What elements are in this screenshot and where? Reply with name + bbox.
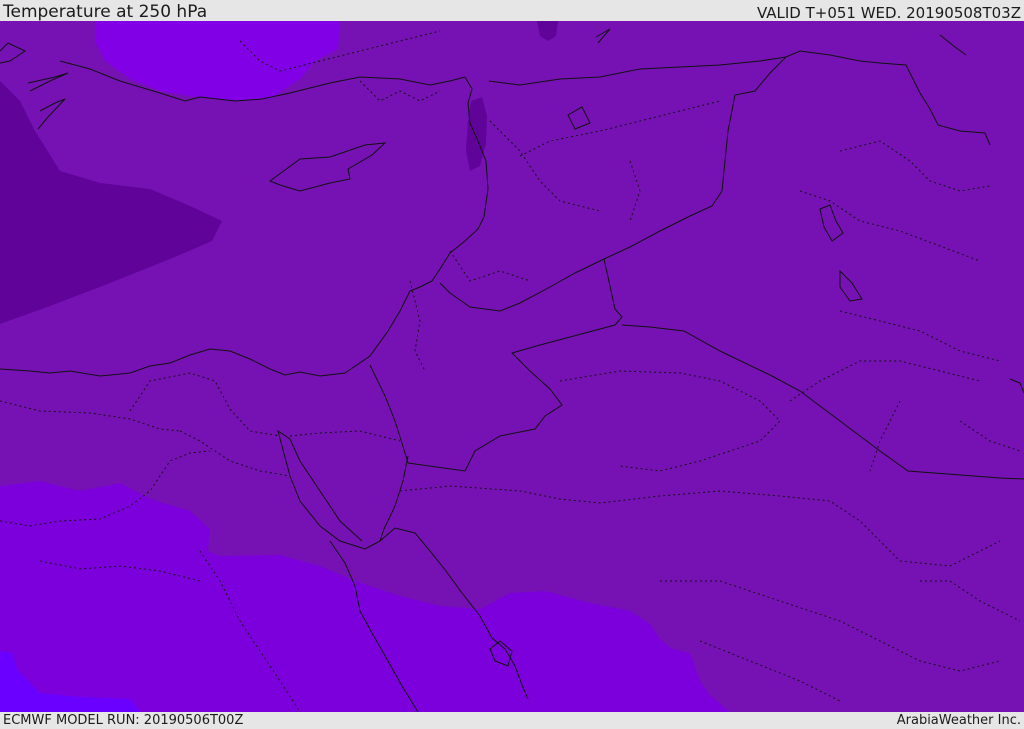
footer-bar: ECMWF MODEL RUN: 20190506T00Z ArabiaWeat…: [0, 712, 1024, 729]
map-title: Temperature at 250 hPa: [3, 2, 208, 22]
weather-map[interactable]: [0, 21, 1024, 712]
model-run: ECMWF MODEL RUN: 20190506T00Z: [3, 713, 244, 728]
title-bar: Temperature at 250 hPa VALID T+051 WED. …: [0, 0, 1024, 22]
credit-label: ArabiaWeather Inc.: [896, 713, 1021, 728]
valid-time: VALID T+051 WED. 20190508T03Z: [756, 4, 1021, 22]
